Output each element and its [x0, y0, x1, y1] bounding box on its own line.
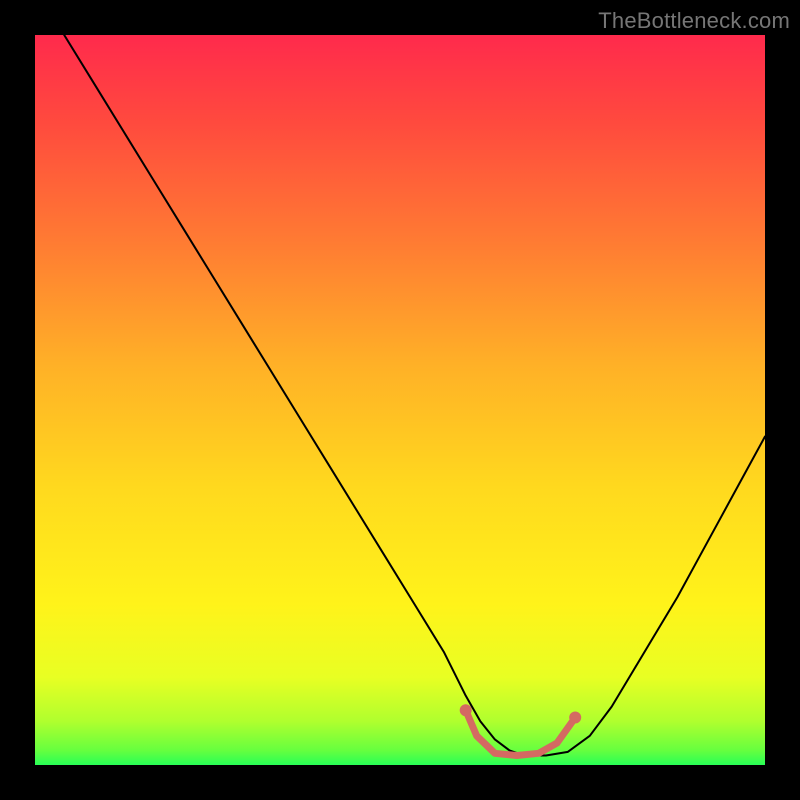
chart-container: TheBottleneck.com [0, 0, 800, 800]
point-optimal-endpoints [569, 712, 581, 724]
plot-area [35, 35, 765, 765]
series-curve [64, 35, 765, 756]
watermark-text: TheBottleneck.com [598, 8, 790, 34]
chart-svg [35, 35, 765, 765]
point-optimal-endpoints [460, 704, 472, 716]
series-optimal-range [466, 710, 576, 755]
